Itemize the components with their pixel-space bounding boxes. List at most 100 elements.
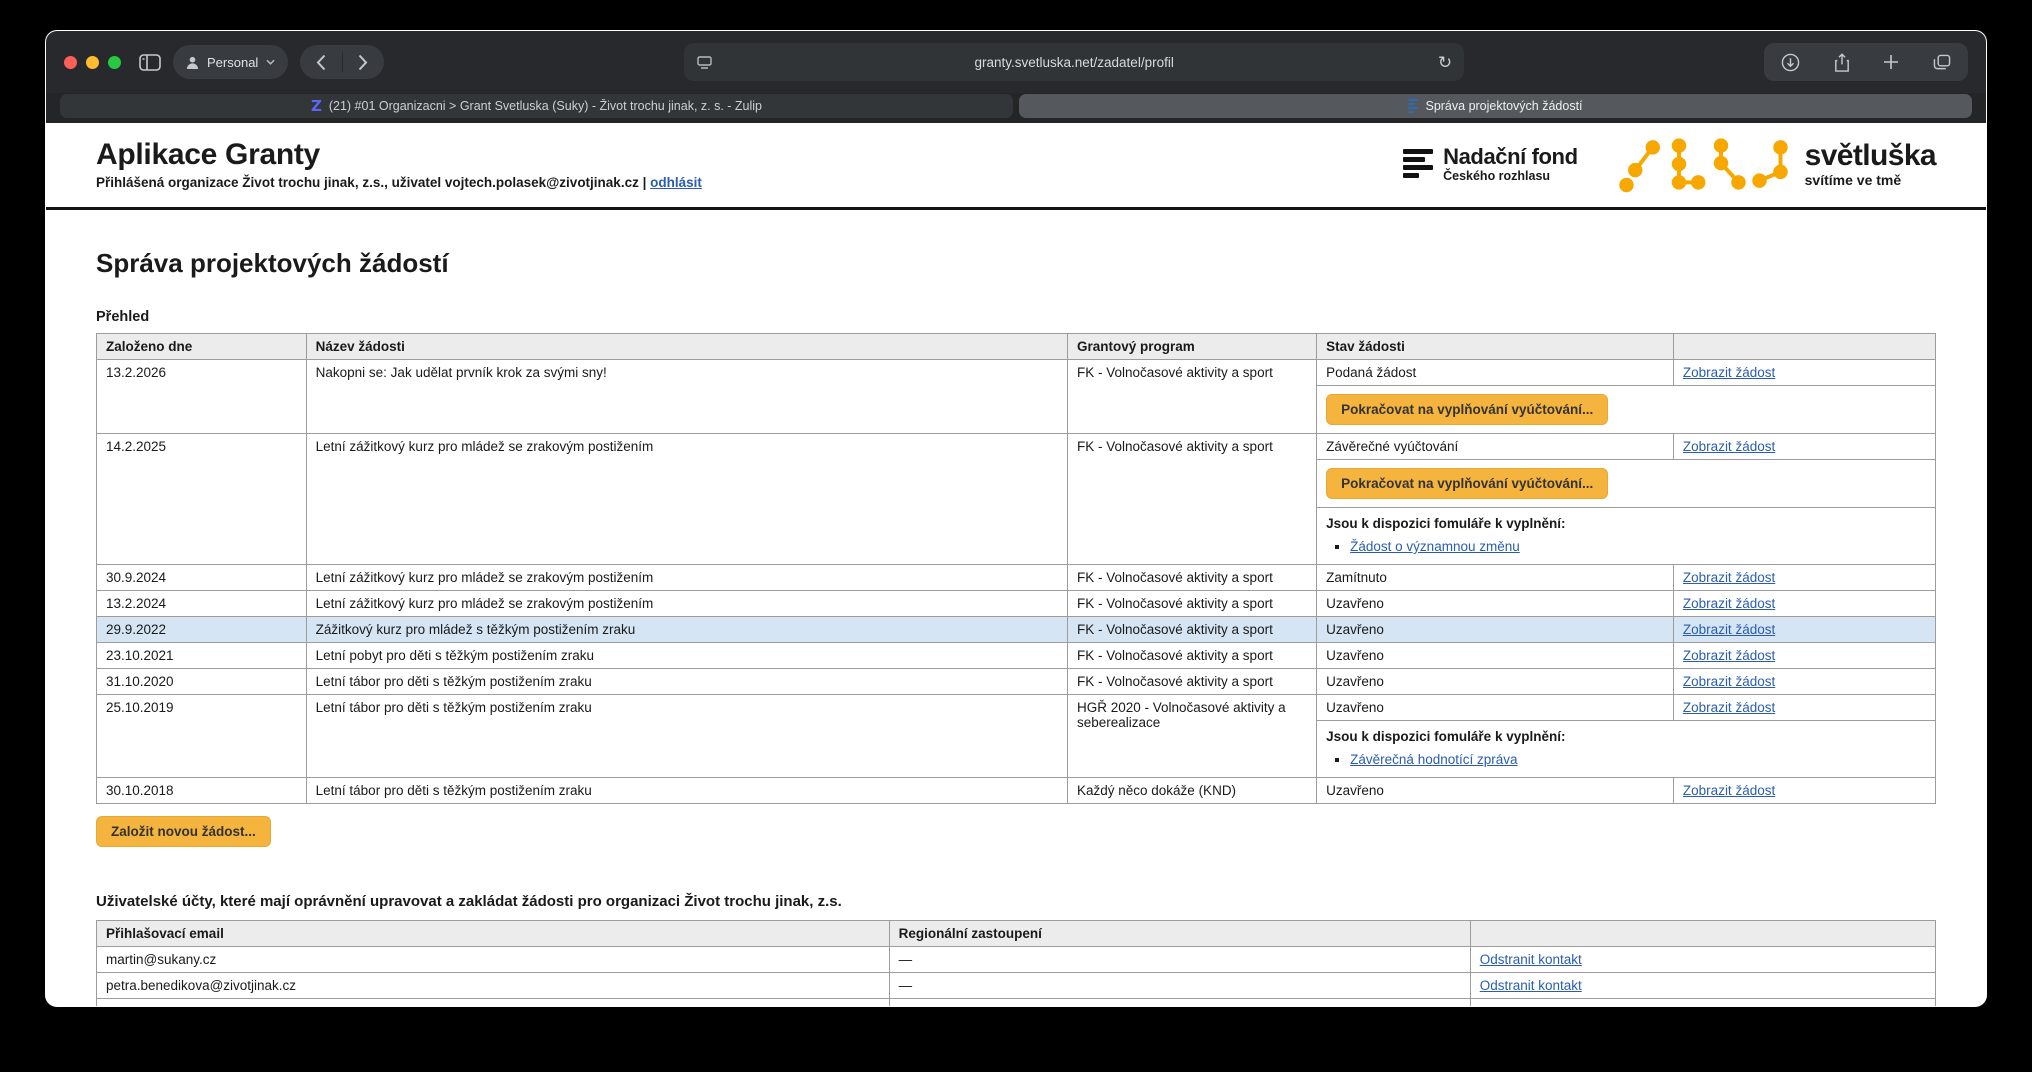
forms-available-label: Jsou k dispozici fomuláře k vyplnění:: [1326, 729, 1926, 744]
odstranit-kontakt-link[interactable]: Odstranit kontakt: [1480, 978, 1582, 993]
request-row: 23.10.2021Letní pobyt pro děti s těžkým …: [97, 643, 1936, 669]
request-status-cell: Uzavřeno: [1317, 617, 1674, 643]
column-header: Založeno dne: [97, 334, 307, 360]
zobrazit-zadost-link[interactable]: Zobrazit žádost: [1683, 596, 1775, 611]
traffic-lights: [64, 56, 127, 69]
form-link[interactable]: Závěrečná hodnotící zpráva: [1350, 752, 1517, 767]
zobrazit-zadost-link[interactable]: Zobrazit žádost: [1683, 365, 1775, 380]
request-date-cell: 30.9.2024: [97, 565, 307, 591]
request-row: 25.10.2019Letní tábor pro děti s těžkým …: [97, 695, 1936, 721]
form-link[interactable]: Žádost o významnou změnu: [1350, 539, 1520, 554]
request-status-cell: Uzavřeno: [1317, 778, 1674, 804]
forward-button[interactable]: [358, 54, 368, 71]
request-status-cell: Podaná žádost: [1317, 360, 1674, 386]
zulip-icon: Z: [311, 99, 322, 114]
request-action-cell: Pokračovat na vyplňování vyúčtování...: [1317, 460, 1936, 508]
continue-settlement-button[interactable]: Pokračovat na vyplňování vyúčtování...: [1326, 468, 1608, 499]
profile-switcher[interactable]: Personal: [173, 45, 288, 79]
request-name-cell: Letní tábor pro děti s těžkým postižením…: [306, 669, 1067, 695]
request-status-cell: Uzavřeno: [1317, 643, 1674, 669]
forms-list: Závěrečná hodnotící zpráva: [1350, 752, 1926, 767]
zobrazit-zadost-link[interactable]: Zobrazit žádost: [1683, 570, 1775, 585]
share-icon[interactable]: [1834, 53, 1850, 72]
browser-toolbar: Personal granty.svetluska.net/zadatel/pr…: [46, 31, 1986, 93]
tab-strip: Z (21) #01 Organizacni > Grant Svetluska…: [46, 93, 1986, 123]
tab-overview-icon[interactable]: [1933, 54, 1951, 71]
request-date-cell: 14.2.2025: [97, 434, 307, 565]
account-row: petra.benedikova@zivotjinak.cz—Odstranit…: [97, 973, 1936, 999]
column-header: Název žádosti: [306, 334, 1067, 360]
back-button[interactable]: [316, 54, 326, 71]
request-link-cell: Zobrazit žádost: [1673, 360, 1935, 386]
column-header: [1470, 921, 1935, 947]
web-page: Aplikace Granty Přihlášená organizace Ži…: [46, 123, 1986, 1006]
nadacni-fond-logo: Nadační fond Českého rozhlasu: [1403, 145, 1578, 183]
accounts-table: Přihlašovací emailRegionální zastoupení …: [96, 920, 1936, 1006]
request-link-cell: Zobrazit žádost: [1673, 695, 1935, 721]
request-link-cell: Zobrazit žádost: [1673, 617, 1935, 643]
request-row: 30.10.2018Letní tábor pro děti s těžkým …: [97, 778, 1936, 804]
reload-icon[interactable]: ↻: [1438, 54, 1452, 71]
address-bar[interactable]: granty.svetluska.net/zadatel/profil ↻: [684, 43, 1464, 81]
request-program-cell: FK - Volnočasové aktivity a sport: [1067, 617, 1316, 643]
new-request-button[interactable]: Založit novou žádost...: [96, 816, 271, 847]
browser-window: Personal granty.svetluska.net/zadatel/pr…: [45, 30, 1987, 1007]
account-action-cell: [1470, 999, 1935, 1007]
login-info: Přihlášená organizace Život trochu jinak…: [96, 175, 702, 190]
new-tab-icon[interactable]: [1883, 54, 1899, 70]
sidebar-toggle-icon[interactable]: [139, 54, 161, 71]
forms-available-label: Jsou k dispozici fomuláře k vyplnění:: [1326, 516, 1926, 531]
tab-label: Správa projektových žádostí: [1425, 99, 1582, 113]
nav-buttons: [300, 45, 384, 79]
svetluska-constellation-icon: [1616, 133, 1791, 195]
request-status-cell: Závěrečné vyúčtování: [1317, 434, 1674, 460]
toolbar-actions: [1764, 43, 1968, 81]
logout-link[interactable]: odhlásit: [650, 175, 702, 190]
request-program-cell: FK - Volnočasové aktivity a sport: [1067, 565, 1316, 591]
request-forms-cell: Jsou k dispozici fomuláře k vyplnění: Záv…: [1317, 721, 1936, 778]
odstranit-kontakt-link[interactable]: Odstranit kontakt: [1480, 952, 1582, 967]
zobrazit-zadost-link[interactable]: Zobrazit žádost: [1683, 783, 1775, 798]
minimize-window-button[interactable]: [86, 56, 99, 69]
app-header: Aplikace Granty Přihlášená organizace Ži…: [46, 123, 1986, 210]
request-program-cell: FK - Volnočasové aktivity a sport: [1067, 360, 1316, 434]
request-date-cell: 23.10.2021: [97, 643, 307, 669]
forms-list: Žádost o významnou změnu: [1350, 539, 1926, 554]
zobrazit-zadost-link[interactable]: Zobrazit žádost: [1683, 674, 1775, 689]
close-window-button[interactable]: [64, 56, 77, 69]
request-date-cell: 31.10.2020: [97, 669, 307, 695]
request-action-cell: Pokračovat na vyplňování vyúčtování...: [1317, 386, 1936, 434]
zobrazit-zadost-link[interactable]: Zobrazit žádost: [1683, 439, 1775, 454]
request-date-cell: 29.9.2022: [97, 617, 307, 643]
zobrazit-zadost-link[interactable]: Zobrazit žádost: [1683, 700, 1775, 715]
tab-zulip[interactable]: Z (21) #01 Organizacni > Grant Svetluska…: [60, 94, 1013, 118]
request-forms-cell: Jsou k dispozici fomuláře k vyplnění: Žád…: [1317, 508, 1936, 565]
downloads-icon[interactable]: [1781, 53, 1800, 72]
request-row: 30.9.2024Letní zážitkový kurz pro mládež…: [97, 565, 1936, 591]
zobrazit-zadost-link[interactable]: Zobrazit žádost: [1683, 648, 1775, 663]
chevron-down-icon: [266, 59, 275, 65]
column-header: Regionální zastoupení: [889, 921, 1470, 947]
accounts-heading: Uživatelské účty, které mají oprávnění u…: [96, 893, 1936, 910]
continue-settlement-button[interactable]: Pokračovat na vyplňování vyúčtování...: [1326, 394, 1608, 425]
request-row: 14.2.2025Letní zážitkový kurz pro mládež…: [97, 434, 1936, 460]
request-program-cell: FK - Volnočasové aktivity a sport: [1067, 591, 1316, 617]
zoom-window-button[interactable]: [108, 56, 121, 69]
person-icon: [186, 56, 199, 69]
request-status-cell: Uzavřeno: [1317, 591, 1674, 617]
request-date-cell: 25.10.2019: [97, 695, 307, 778]
zobrazit-zadost-link[interactable]: Zobrazit žádost: [1683, 622, 1775, 637]
overview-heading: Přehled: [96, 309, 1936, 325]
request-name-cell: Zážitkový kurz pro mládež s těžkým posti…: [306, 617, 1067, 643]
tab-sprava-zadosti[interactable]: Správa projektových žádostí: [1019, 94, 1972, 118]
request-row: 13.2.2024Letní zážitkový kurz pro mládež…: [97, 591, 1936, 617]
page-format-icon[interactable]: [697, 56, 712, 69]
cesky-rozhlas-bars-icon: [1403, 149, 1433, 178]
request-program-cell: FK - Volnočasové aktivity a sport: [1067, 643, 1316, 669]
account-region-cell: —: [889, 973, 1470, 999]
request-name-cell: Letní zážitkový kurz pro mládež se zrako…: [306, 434, 1067, 565]
svetluska-logo: světluška svítíme ve tmě: [1616, 133, 1936, 195]
page-content: Správa projektových žádostí Přehled Zalo…: [46, 210, 1986, 1006]
account-region-cell: —: [889, 999, 1470, 1007]
request-status-cell: Uzavřeno: [1317, 669, 1674, 695]
